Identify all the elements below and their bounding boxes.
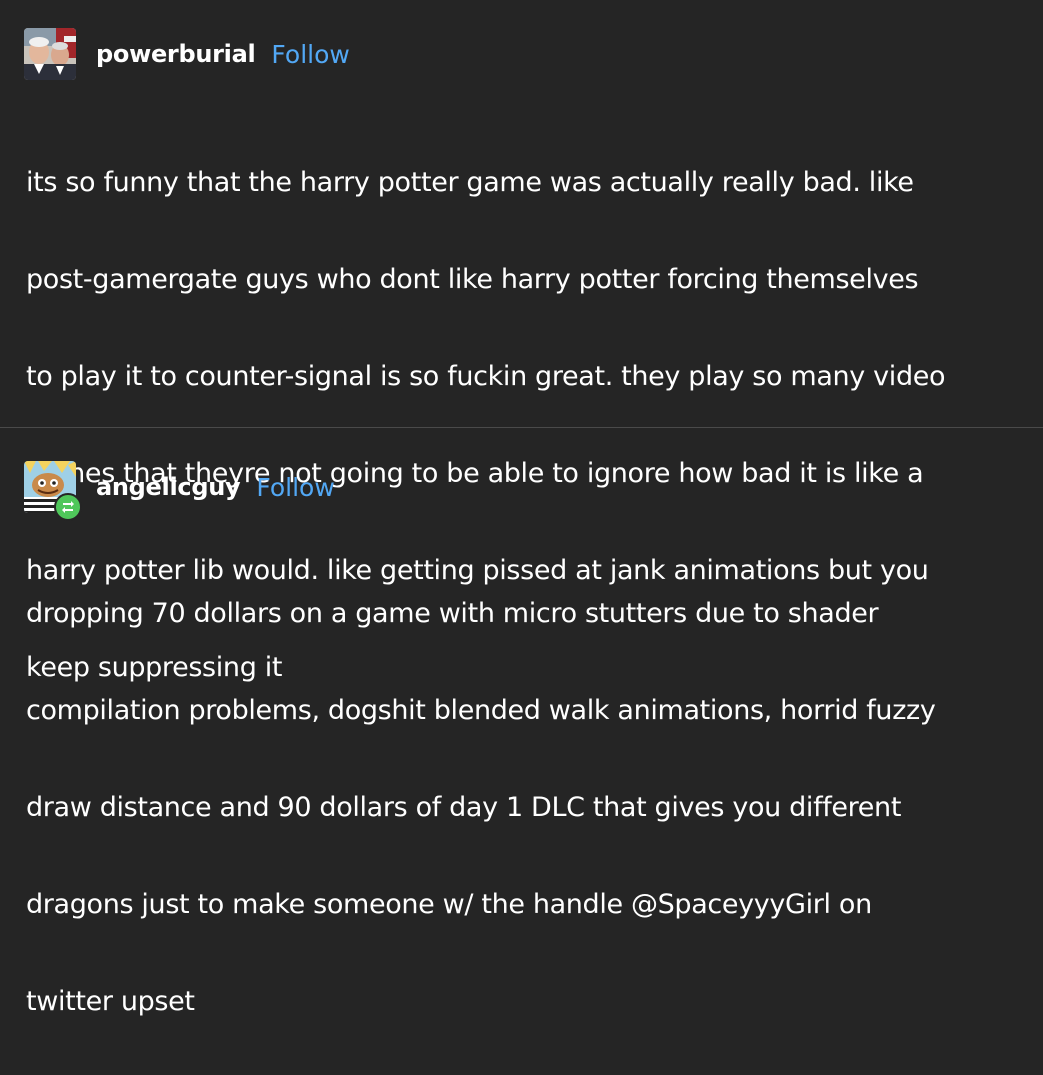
post-angelicguy: angelicguy Follow dropping 70 dollars on… (0, 428, 1043, 1017)
post-powerburial: powerburial Follow its so funny that the… (0, 0, 1043, 683)
post-header: powerburial Follow (24, 28, 350, 80)
post-line: its so funny that the harry potter game … (26, 166, 914, 198)
post-line: post-gamergate guys who dont like harry … (26, 263, 919, 295)
post-line: draw distance and 90 dollars of day 1 DL… (26, 791, 902, 823)
username[interactable]: powerburial (96, 40, 256, 68)
post-line: dragons just to make someone w/ the hand… (26, 888, 872, 920)
post-header: angelicguy Follow (24, 461, 335, 521)
post-line: to play it to counter-signal is so fucki… (26, 360, 946, 392)
post-body: dropping 70 dollars on a game with micro… (26, 541, 1025, 1075)
follow-button[interactable]: Follow (256, 473, 334, 502)
reblog-icon (54, 493, 82, 521)
post-line: dropping 70 dollars on a game with micro… (26, 597, 879, 629)
post-line: twitter upset (26, 985, 195, 1017)
follow-button[interactable]: Follow (271, 40, 349, 69)
avatar-cartoon-icon[interactable] (24, 461, 82, 521)
username[interactable]: angelicguy (96, 473, 241, 501)
post-line: compilation problems, dogshit blended wa… (26, 694, 936, 726)
avatar-portrait-icon[interactable] (24, 28, 76, 80)
